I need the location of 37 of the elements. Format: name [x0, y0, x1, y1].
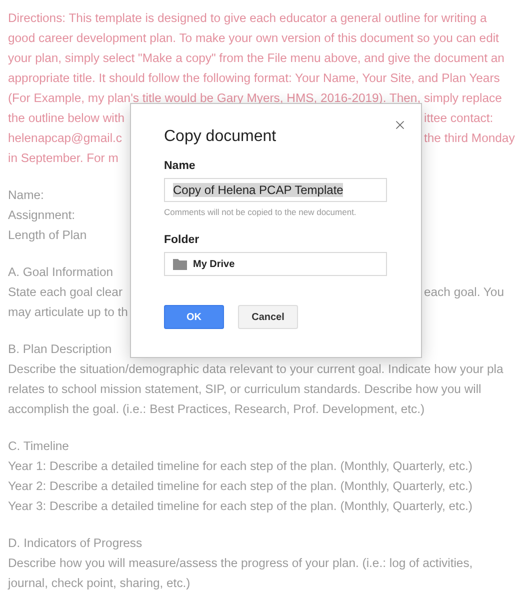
- name-field[interactable]: Copy of Helena PCAP Template: [164, 178, 387, 202]
- document-text: journal, check point, sharing, etc.): [8, 576, 190, 590]
- document-text: Year 2: Describe a detailed timeline for each step of the plan. (Monthly, Quarterly, etc.): [8, 479, 472, 493]
- document-text: D. Indicators of Progress: [8, 536, 142, 550]
- field-label: Name: [164, 160, 196, 172]
- close-icon[interactable]: [393, 118, 407, 132]
- document-text: appropriate title. It should follow the following format: Your Name, Your Site, and Plan Years: [8, 71, 500, 85]
- document-text: B. Plan Description: [8, 342, 112, 356]
- field-label: Folder: [164, 234, 200, 246]
- folder-field[interactable]: My Drive: [164, 252, 387, 276]
- document-text: relates to school mission statement, SIP, or curriculum standards. Describe how you will: [8, 382, 482, 396]
- document-text: Assignment:: [8, 208, 76, 222]
- document-text: in September. For m: [8, 151, 118, 165]
- document-text: A. Goal Information: [8, 265, 113, 279]
- document-text: State each goal clear: [8, 285, 123, 299]
- document-text: ittee contact:: [424, 111, 494, 125]
- document-text: each goal. You: [424, 285, 504, 299]
- document-text: (For Example, my plan's title would be Gary Myers, HMS, 2016-2019). Then, simply replace: [8, 91, 502, 105]
- document-text: Year 3: Describe a detailed timeline for each step of the plan. (Monthly, Quarterly, etc.): [8, 499, 472, 513]
- document-text: helenapcap@gmail.c: [8, 131, 122, 145]
- hint-text: Comments will not be copied to the new document.: [164, 207, 358, 217]
- document-text: C. Timeline: [8, 439, 69, 453]
- document-text: Describe how you will measure/assess the progress of your plan. (i.e.: log of activities,: [8, 556, 473, 570]
- folder-icon: [173, 258, 187, 270]
- cancel-button[interactable]: Cancel: [238, 305, 298, 329]
- document-text: the outline below with: [8, 111, 125, 125]
- document-text: Describe the situation/demographic data relevant to your current goal. Indicate how your pla: [8, 362, 504, 376]
- document-text: accomplish the goal. (i.e.: Best Practices, Research, Prof. Development, etc.): [8, 402, 425, 416]
- dialog-title: Copy document: [164, 128, 278, 146]
- document-text: your plan, simply select "Make a copy" from the File menu above, and give the document an: [8, 51, 504, 65]
- document-text: Year 1: Describe a detailed timeline for each step of the plan. (Monthly, Quarterly, etc.): [8, 459, 472, 473]
- document-text: Directions: This template is designed to give each educator a general outline for writing a: [8, 11, 487, 25]
- document-text: Length of Plan: [8, 228, 87, 242]
- document-text: the third Monday: [424, 131, 515, 145]
- document-text: Name:: [8, 188, 44, 202]
- document-text: good career development plan. To make your own version of this document so you can edit: [8, 31, 499, 45]
- document-text: may articulate up to th: [8, 305, 128, 319]
